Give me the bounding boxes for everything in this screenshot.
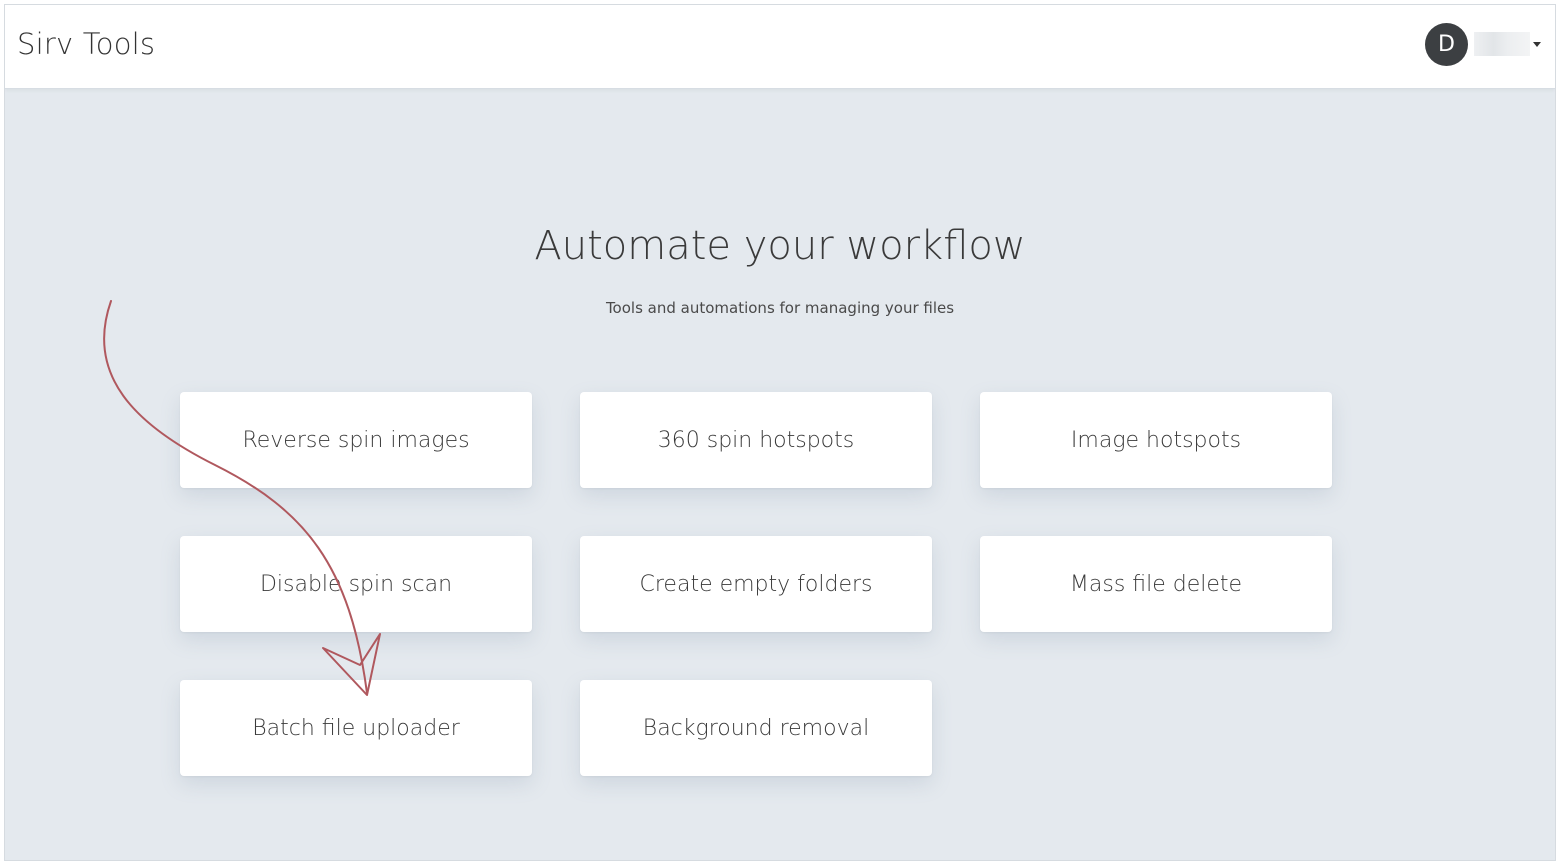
app-window: Sirv Tools D Automate your workflow Tool… xyxy=(4,4,1556,861)
avatar[interactable]: D xyxy=(1425,22,1468,66)
tool-card-batch-file-uploader[interactable]: Batch file uploader xyxy=(180,680,532,776)
tool-card-label: Create empty folders xyxy=(639,571,873,597)
tool-card-create-empty-folders[interactable]: Create empty folders xyxy=(580,536,932,632)
tool-card-reverse-spin-images[interactable]: Reverse spin images xyxy=(180,392,532,488)
tool-card-mass-file-delete[interactable]: Mass file delete xyxy=(980,536,1332,632)
user-menu[interactable]: D xyxy=(1425,22,1541,66)
tool-card-image-hotspots[interactable]: Image hotspots xyxy=(980,392,1332,488)
tool-card-label: Image hotspots xyxy=(1070,427,1242,453)
avatar-initial: D xyxy=(1438,31,1455,57)
tool-card-360-spin-hotspots[interactable]: 360 spin hotspots xyxy=(580,392,932,488)
top-header: Sirv Tools D xyxy=(5,5,1555,89)
page-subtitle: Tools and automations for managing your … xyxy=(605,299,955,317)
username-redacted xyxy=(1474,32,1530,56)
tool-card-label: Disable spin scan xyxy=(259,571,453,597)
page-title: Automate your workflow xyxy=(534,223,1026,269)
tool-card-label: 360 spin hotspots xyxy=(657,427,855,453)
tool-card-disable-spin-scan[interactable]: Disable spin scan xyxy=(180,536,532,632)
tool-card-label: Background removal xyxy=(642,715,870,741)
curved-arrow-icon xyxy=(103,300,381,696)
tool-card-background-removal[interactable]: Background removal xyxy=(580,680,932,776)
tool-card-label: Mass file delete xyxy=(1069,571,1243,597)
brand-logo[interactable]: Sirv Tools xyxy=(17,27,155,61)
chevron-down-icon[interactable] xyxy=(1533,41,1541,47)
tool-card-label: Batch file uploader xyxy=(252,715,460,741)
tool-card-label: Reverse spin images xyxy=(242,427,470,453)
